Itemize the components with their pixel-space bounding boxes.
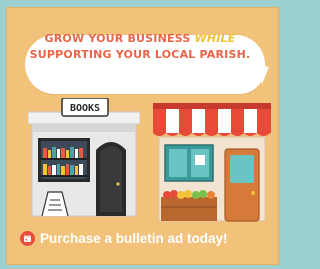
bulletin-ad: GROW YOUR BUSINESS WHILE SUPPORTING YOUR…	[0, 0, 284, 269]
bookstore-illustration: BOOKS	[28, 98, 140, 217]
call-to-action[interactable]: Purchase a bulletin ad today!	[20, 229, 228, 247]
cta-text: Purchase a bulletin ad today!	[40, 230, 228, 246]
headline-accent-word: WHILE	[194, 32, 236, 45]
headline: GROW YOUR BUSINESS WHILE SUPPORTING YOUR…	[20, 31, 260, 63]
bookstore-trim	[32, 124, 136, 132]
market-shop-illustration	[153, 103, 271, 222]
headline-line-1-prefix: GROW YOUR BUSINESS	[44, 32, 191, 45]
door-knob	[116, 182, 120, 186]
calendar-icon	[20, 230, 35, 246]
fruit-stand	[161, 197, 217, 221]
shop-door-knob	[251, 191, 255, 195]
shop-awning	[153, 103, 271, 136]
bookstore-sign-text: BOOKS	[70, 103, 100, 114]
headline-line-1: GROW YOUR BUSINESS WHILE	[20, 31, 260, 47]
headline-line-2: SUPPORTING YOUR LOCAL PARISH.	[29, 48, 251, 61]
